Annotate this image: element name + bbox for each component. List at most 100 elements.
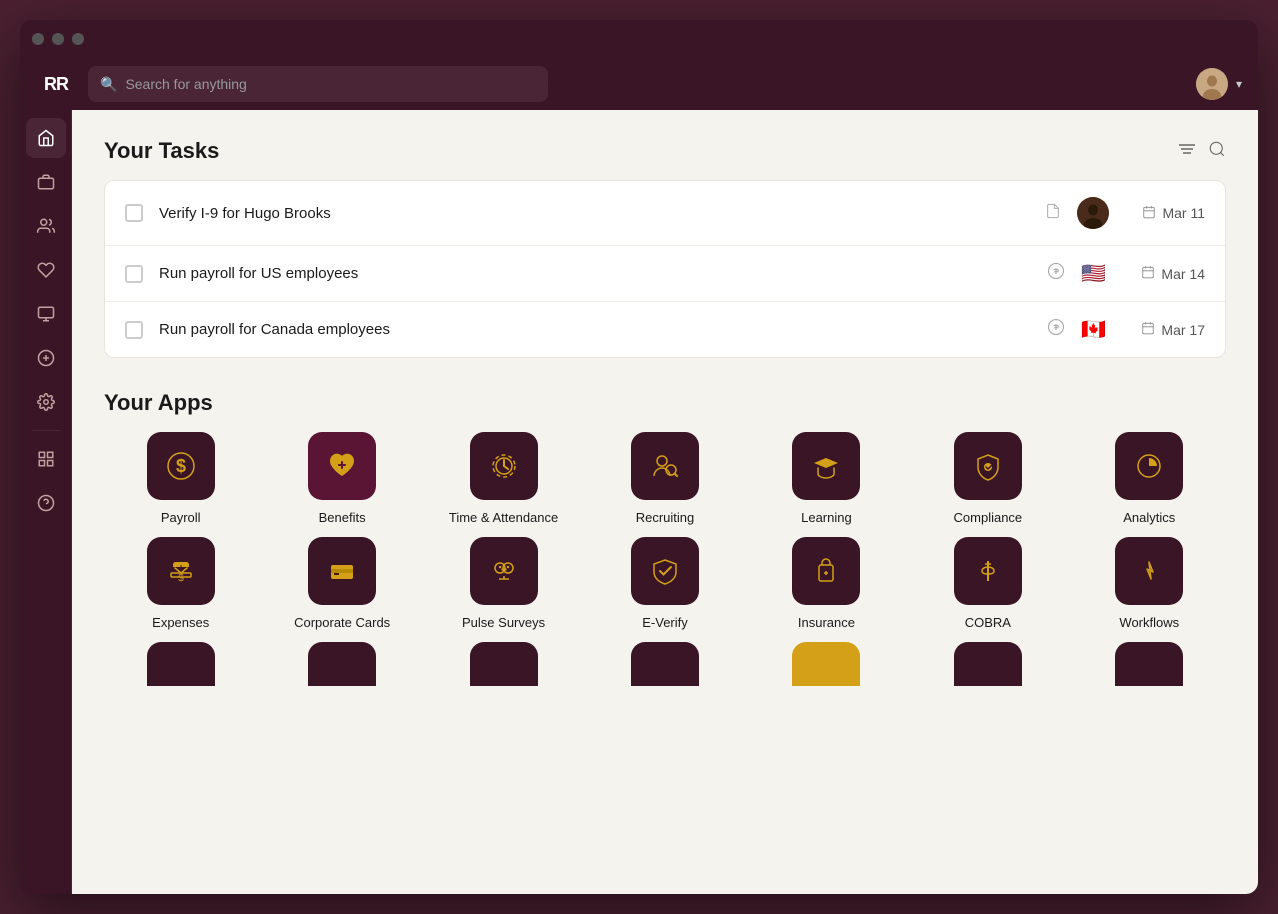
app-body: Your Tasks Verify I-9 for Hugo Brooks xyxy=(20,110,1258,894)
app-cobra[interactable]: COBRA xyxy=(911,537,1064,630)
recruiting-icon-wrap xyxy=(631,432,699,500)
app-corporate-cards[interactable]: Corporate Cards xyxy=(265,537,418,630)
payroll-label: Payroll xyxy=(161,510,201,525)
task-label-3: Run payroll for Canada employees xyxy=(159,321,1031,338)
sidebar-item-settings[interactable] xyxy=(26,382,66,422)
partial-icon-5 xyxy=(792,642,860,686)
app-partial-6[interactable] xyxy=(911,642,1064,686)
partial-icon-6 xyxy=(954,642,1022,686)
app-learning[interactable]: Learning xyxy=(750,432,903,525)
app-compliance[interactable]: Compliance xyxy=(911,432,1064,525)
cobra-icon-wrap xyxy=(954,537,1022,605)
task-checkbox-3[interactable] xyxy=(125,321,143,339)
expenses-label: Expenses xyxy=(152,615,209,630)
pulse-surveys-icon-wrap xyxy=(470,537,538,605)
search-input[interactable] xyxy=(125,76,536,92)
sidebar-item-widgets[interactable] xyxy=(26,439,66,479)
app-expenses[interactable]: $ Expenses xyxy=(104,537,257,630)
app-partial-3[interactable] xyxy=(427,642,580,686)
learning-icon-wrap xyxy=(792,432,860,500)
logo: RR xyxy=(36,74,76,95)
recruiting-label: Recruiting xyxy=(636,510,695,525)
sidebar-item-jobs[interactable] xyxy=(26,162,66,202)
partial-icon-3 xyxy=(470,642,538,686)
search-icon: 🔍 xyxy=(100,76,117,93)
calendar-icon-3 xyxy=(1141,321,1155,338)
us-flag: 🇺🇸 xyxy=(1081,264,1109,284)
titlebar xyxy=(20,20,1258,58)
learning-label: Learning xyxy=(801,510,852,525)
tasks-actions xyxy=(1178,140,1226,163)
sidebar-item-people[interactable] xyxy=(26,206,66,246)
corporate-cards-label: Corporate Cards xyxy=(294,615,390,630)
app-analytics[interactable]: Analytics xyxy=(1073,432,1226,525)
min-dot xyxy=(52,33,64,45)
apps-grid-row2: $ Expenses Corporate Cards Pulse Su xyxy=(104,537,1226,630)
time-label: Time & Attendance xyxy=(449,510,558,525)
task-date-label-1: Mar 11 xyxy=(1162,205,1205,221)
app-benefits[interactable]: Benefits xyxy=(265,432,418,525)
corporate-cards-icon-wrap xyxy=(308,537,376,605)
svg-text:$: $ xyxy=(178,573,184,584)
pulse-surveys-label: Pulse Surveys xyxy=(462,615,545,630)
calendar-icon-1 xyxy=(1142,205,1156,222)
partial-icon-7 xyxy=(1115,642,1183,686)
compliance-icon-wrap xyxy=(954,432,1022,500)
app-partial-5[interactable] xyxy=(750,642,903,686)
apps-title: Your Apps xyxy=(104,390,213,416)
app-time-attendance[interactable]: Time & Attendance xyxy=(427,432,580,525)
app-e-verify[interactable]: E-Verify xyxy=(588,537,741,630)
max-dot xyxy=(72,33,84,45)
benefits-label: Benefits xyxy=(319,510,366,525)
sidebar-item-help[interactable] xyxy=(26,483,66,523)
sidebar-item-home[interactable] xyxy=(26,118,66,158)
app-pulse-surveys[interactable]: Pulse Surveys xyxy=(427,537,580,630)
app-partial-1[interactable] xyxy=(104,642,257,686)
search-container: 🔍 xyxy=(88,66,548,102)
apps-grid-partial xyxy=(104,642,1226,686)
benefits-icon-wrap xyxy=(308,432,376,500)
sidebar-item-monitor[interactable] xyxy=(26,294,66,334)
search-tasks-icon[interactable] xyxy=(1208,140,1226,163)
table-row: Run payroll for Canada employees 🇨🇦 Mar … xyxy=(105,302,1225,357)
topbar: RR 🔍 ▾ xyxy=(20,58,1258,110)
tasks-title: Your Tasks xyxy=(104,138,219,164)
app-recruiting[interactable]: Recruiting xyxy=(588,432,741,525)
app-workflows[interactable]: Workflows xyxy=(1073,537,1226,630)
canada-flag: 🇨🇦 xyxy=(1081,320,1109,340)
partial-icon-4 xyxy=(631,642,699,686)
sidebar-item-benefits[interactable] xyxy=(26,250,66,290)
analytics-icon-wrap xyxy=(1115,432,1183,500)
compliance-label: Compliance xyxy=(954,510,1023,525)
cobra-label: COBRA xyxy=(965,615,1011,630)
main-content: Your Tasks Verify I-9 for Hugo Brooks xyxy=(72,110,1258,894)
e-verify-label: E-Verify xyxy=(642,615,688,630)
app-partial-4[interactable] xyxy=(588,642,741,686)
sidebar-item-payroll[interactable] xyxy=(26,338,66,378)
insurance-label: Insurance xyxy=(798,615,855,630)
apps-section-header: Your Apps xyxy=(104,390,1226,416)
app-payroll[interactable]: $ Payroll xyxy=(104,432,257,525)
avatar[interactable] xyxy=(1196,68,1228,100)
task-date-3: Mar 17 xyxy=(1125,321,1205,338)
tasks-table: Verify I-9 for Hugo Brooks Mar 11 xyxy=(104,180,1226,358)
workflows-label: Workflows xyxy=(1119,615,1179,630)
sidebar xyxy=(20,110,72,894)
dollar-icon xyxy=(1047,262,1065,285)
task-avatar-1 xyxy=(1077,197,1109,229)
dollar-icon-3 xyxy=(1047,318,1065,341)
task-checkbox-2[interactable] xyxy=(125,265,143,283)
insurance-icon-wrap xyxy=(792,537,860,605)
app-window: RR 🔍 ▾ xyxy=(20,20,1258,894)
app-partial-7[interactable] xyxy=(1073,642,1226,686)
workflows-icon-wrap xyxy=(1115,537,1183,605)
app-partial-2[interactable] xyxy=(265,642,418,686)
task-date-label-3: Mar 17 xyxy=(1161,322,1205,338)
expenses-icon-wrap: $ xyxy=(147,537,215,605)
tasks-section-header: Your Tasks xyxy=(104,138,1226,164)
avatar-dropdown-icon[interactable]: ▾ xyxy=(1236,77,1242,91)
payroll-icon-wrap: $ xyxy=(147,432,215,500)
app-insurance[interactable]: Insurance xyxy=(750,537,903,630)
task-checkbox-1[interactable] xyxy=(125,204,143,222)
filter-icon[interactable] xyxy=(1178,142,1196,161)
